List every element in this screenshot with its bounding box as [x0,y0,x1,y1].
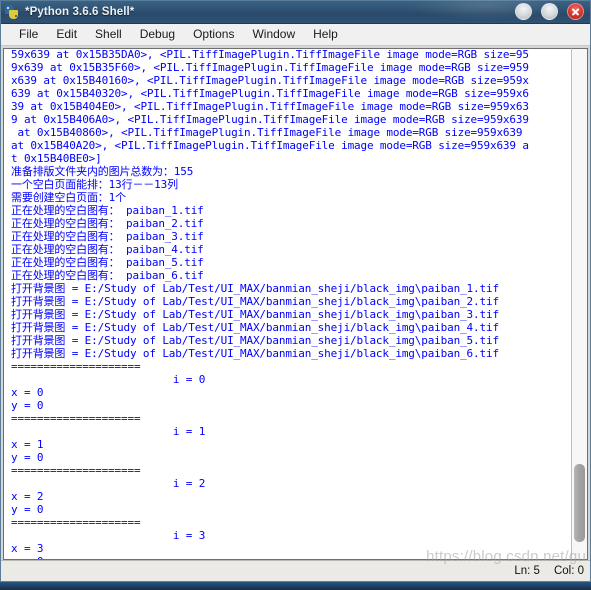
menu-item-shell[interactable]: Shell [86,25,131,44]
console-line: t 0x15B40BE0>] [11,152,102,165]
console-line: i = 3 [11,529,206,542]
console-line: y = 0 [11,399,44,412]
menubar: File Edit Shell Debug Options Window Hel… [1,24,590,46]
scrollbar-thumb[interactable] [574,464,585,542]
console-line: y = 0 [11,503,44,516]
console-line: 打开背景图 = E:/Study of Lab/Test/UI_MAX/banm… [11,321,499,334]
window-titlebar[interactable]: *Python 3.6.6 Shell* [1,0,590,24]
console-line: 39 at 0x15B404E0>, <PIL.TiffImagePlugin.… [11,100,529,113]
console-line: x = 1 [11,438,44,451]
python-logo-icon [4,4,20,20]
console-line: 59x639 at 0x15B35DA0>, <PIL.TiffImagePlu… [11,48,529,61]
console-line: ==================== [11,412,141,425]
console-line: 打开背景图 = E:/Study of Lab/Test/UI_MAX/banm… [11,347,499,360]
shell-output-text[interactable]: 59x639 at 0x15B35DA0>, <PIL.TiffImagePlu… [4,48,571,559]
taskbar[interactable] [0,581,591,590]
console-line: y = 0 [11,451,44,464]
console-line: 正在处理的空白图有： paiban_3.tif [11,230,204,243]
console-line: 打开背景图 = E:/Study of Lab/Test/UI_MAX/banm… [11,295,499,308]
console-line: 正在处理的空白图有： paiban_5.tif [11,256,204,269]
console-line: x = 0 [11,386,44,399]
menu-item-options[interactable]: Options [184,25,243,44]
shell-text-frame[interactable]: 59x639 at 0x15B35DA0>, <PIL.TiffImagePlu… [3,48,571,560]
console-line: 正在处理的空白图有： paiban_2.tif [11,217,204,230]
console-line: i = 1 [11,425,206,438]
status-column-indicator: Col: 0 [553,565,584,577]
console-line: 639 at 0x15B40320>, <PIL.TiffImagePlugin… [11,87,529,100]
console-line: x = 3 [11,542,44,555]
console-line: 打开背景图 = E:/Study of Lab/Test/UI_MAX/banm… [11,282,499,295]
console-line: ==================== [11,464,141,477]
window-controls [515,3,584,20]
console-line: 打开背景图 = E:/Study of Lab/Test/UI_MAX/banm… [11,308,499,321]
console-line: at 0x15B40860>, <PIL.TiffImagePlugin.Tif… [11,126,523,139]
console-line: ==================== [11,360,141,373]
console-line: ==================== [11,516,141,529]
console-line: i = 2 [11,477,206,490]
menu-item-file[interactable]: File [10,25,47,44]
vertical-scrollbar[interactable] [571,48,588,560]
shell-body: 59x639 at 0x15B35DA0>, <PIL.TiffImagePlu… [1,46,590,560]
menu-item-edit[interactable]: Edit [47,25,86,44]
console-line: 正在处理的空白图有： paiban_1.tif [11,204,204,217]
minimize-button[interactable] [515,3,532,20]
console-line: 9x639 at 0x15B35F60>, <PIL.TiffImagePlug… [11,61,529,74]
console-line: 正在处理的空白图有： paiban_4.tif [11,243,204,256]
menu-item-debug[interactable]: Debug [131,25,184,44]
console-line: 9 at 0x15B406A0>, <PIL.TiffImagePlugin.T… [11,113,529,126]
maximize-button[interactable] [541,3,558,20]
console-line: 准备排版文件夹内的图片总数为：155 [11,165,194,178]
status-line-indicator: Ln: 5 [514,565,540,577]
console-line: at 0x15B40A20>, <PIL.TiffImagePlugin.Tif… [11,139,529,152]
menu-item-help[interactable]: Help [304,25,347,44]
window-title: *Python 3.6.6 Shell* [25,6,135,18]
console-line: 正在处理的空白图有： paiban_6.tif [11,269,204,282]
console-line: 需要创建空白页面：1个 [11,191,126,204]
idle-shell-window: *Python 3.6.6 Shell* File Edit Shell Deb… [0,0,591,582]
close-button[interactable] [567,3,584,20]
statusbar: https://blog.csdn.net/gu Ln: 5 Col: 0 [1,548,590,581]
console-line: 一个空白页面能排：13行－－13列 [11,178,178,191]
console-line: 打开背景图 = E:/Study of Lab/Test/UI_MAX/banm… [11,334,499,347]
console-line: x = 2 [11,490,44,503]
menu-item-window[interactable]: Window [243,25,304,44]
console-line: x639 at 0x15B40160>, <PIL.TiffImagePlugi… [11,74,529,87]
console-line: i = 0 [11,373,206,386]
